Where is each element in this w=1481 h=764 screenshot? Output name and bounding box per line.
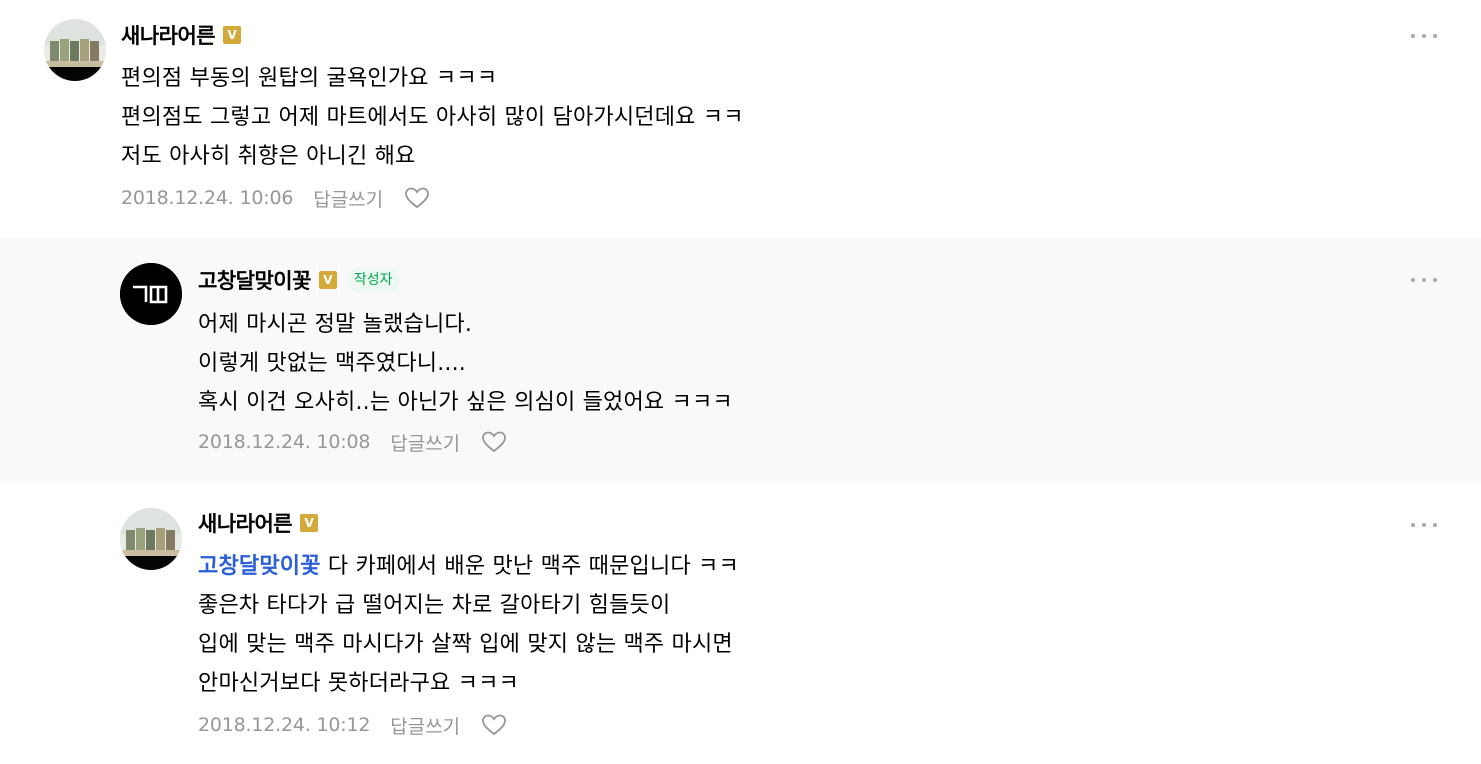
- comment-line: 좋은차 타다가 급 떨어지는 차로 갈아타기 힘들듯이: [198, 593, 671, 618]
- author-tag: 작성자: [346, 267, 400, 293]
- more-dots-icon[interactable]: [1411, 518, 1437, 532]
- comment-text: 편의점 부동의 원탑의 굴욕인가요 ㅋㅋㅋ 편의점도 그렇고 어제 마트에서도 …: [121, 59, 744, 176]
- comment-text: 어제 마시곤 정말 놀랬습니다. 이렇게 맛없는 맥주였다니.... 혹시 이건…: [198, 305, 733, 422]
- comment-line: 고창달맞이꽃 다 카페에서 배운 맛난 맥주 때문입니다 ㅋㅋ: [198, 547, 739, 586]
- comment-item: 새나라어른 V 편의점 부동의 원탑의 굴욕인가요 ㅋㅋㅋ 편의점도 그렇고 어…: [0, 0, 1481, 238]
- reply-button[interactable]: 답글쓰기: [390, 712, 460, 739]
- heart-icon[interactable]: [480, 712, 508, 738]
- reply-button[interactable]: 답글쓰기: [390, 429, 460, 456]
- comment-line: 저도 아사히 취향은 아니긴 해요: [121, 144, 416, 169]
- comment-line: 이렇게 맛없는 맥주였다니....: [198, 351, 466, 376]
- more-dots-icon[interactable]: [1411, 273, 1437, 287]
- reply-item: 고창달맞이꽃 V 작성자 어제 마시곤 정말 놀랬습니다. 이렇게 맛없는 맥주…: [0, 238, 1481, 483]
- more-dots-icon[interactable]: [1411, 29, 1437, 43]
- avatar[interactable]: [120, 508, 182, 570]
- comment-text: 고창달맞이꽃 다 카페에서 배운 맛난 맥주 때문입니다 ㅋㅋ 좋은차 타다가 …: [198, 547, 739, 703]
- avatar[interactable]: [44, 19, 106, 81]
- comment-line: 안마신거보다 못하더라구요 ㅋㅋㅋ: [198, 671, 519, 696]
- comment-date: 2018.12.24. 10:12: [198, 714, 371, 736]
- reply-item: 새나라어른 V 고창달맞이꽃 다 카페에서 배운 맛난 맥주 때문입니다 ㅋㅋ …: [0, 483, 1481, 764]
- comment-line: 어제 마시곤 정말 놀랬습니다.: [198, 312, 473, 337]
- heart-icon[interactable]: [480, 429, 508, 455]
- reply-button[interactable]: 답글쓰기: [313, 185, 383, 212]
- comment-line: 입에 맞는 맥주 마시다가 살짝 입에 맞지 않는 맥주 마시면: [198, 632, 733, 657]
- verified-badge-icon: V: [300, 514, 319, 532]
- comment-line: 편의점도 그렇고 어제 마트에서도 아사히 많이 담아가시던데요 ㅋㅋ: [121, 105, 744, 130]
- heart-icon[interactable]: [403, 185, 431, 211]
- author-nickname[interactable]: 고창달맞이꽃: [198, 265, 311, 295]
- verified-badge-icon: V: [318, 271, 337, 289]
- comment-line-rest: 다 카페에서 배운 맛난 맥주 때문입니다 ㅋㅋ: [320, 554, 739, 579]
- verified-badge-icon: V: [223, 26, 242, 44]
- author-nickname[interactable]: 새나라어른: [198, 508, 293, 538]
- mention-link[interactable]: 고창달맞이꽃: [198, 554, 321, 579]
- comment-date: 2018.12.24. 10:08: [198, 431, 371, 453]
- author-nickname[interactable]: 새나라어른: [121, 20, 216, 50]
- comment-date: 2018.12.24. 10:06: [121, 187, 294, 209]
- comment-line: 편의점 부동의 원탑의 굴욕인가요 ㅋㅋㅋ: [121, 66, 498, 91]
- avatar[interactable]: [120, 263, 182, 325]
- comment-line: 혹시 이건 오사히..는 아닌가 싶은 의심이 들었어요 ㅋㅋㅋ: [198, 390, 733, 415]
